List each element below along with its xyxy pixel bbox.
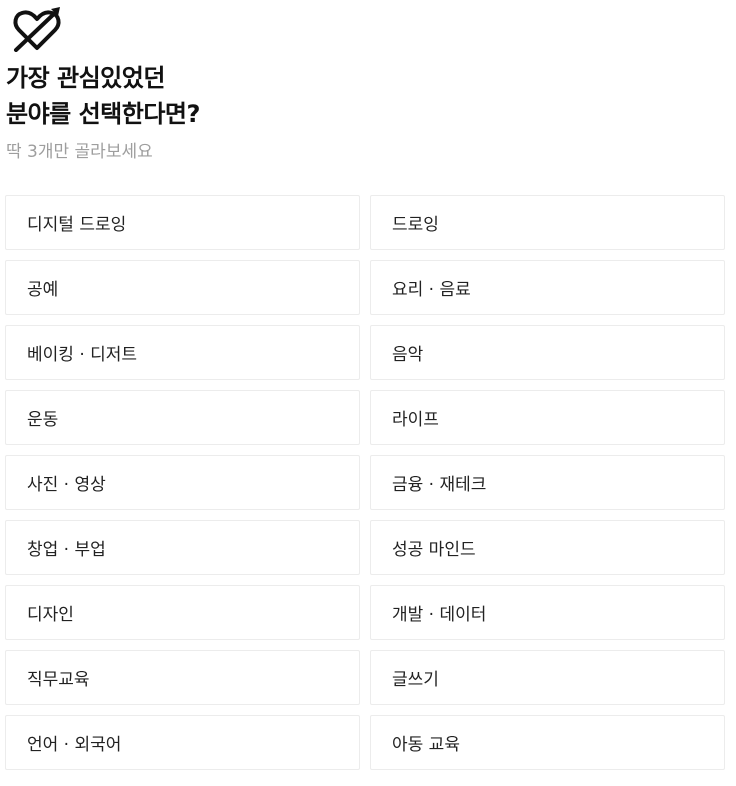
category-option-label: 성공 마인드 [392, 540, 476, 560]
page-title: 가장 관심있었던 분야를 선택한다면? [6, 60, 200, 132]
category-option-label: 음악 [392, 345, 424, 365]
category-option[interactable]: 금융 · 재테크 [370, 455, 725, 510]
heart-arrow-icon [13, 7, 61, 52]
page-subtitle: 딱 3개만 골라보세요 [6, 142, 153, 162]
category-option[interactable]: 직무교육 [5, 650, 360, 705]
category-option-label: 금융 · 재테크 [392, 475, 487, 495]
category-option-label: 베이킹 · 디저트 [27, 345, 138, 365]
category-option-label: 개발 · 데이터 [392, 605, 487, 625]
category-options-grid: 디지털 드로잉 드로잉 공예 요리 · 음료 베이킹 · 디저트 음악 운동 라… [5, 195, 725, 770]
category-option[interactable]: 성공 마인드 [370, 520, 725, 575]
category-option[interactable]: 디자인 [5, 585, 360, 640]
category-option-label: 창업 · 부업 [27, 540, 106, 560]
category-option[interactable]: 베이킹 · 디저트 [5, 325, 360, 380]
category-option[interactable]: 운동 [5, 390, 360, 445]
category-option[interactable]: 디지털 드로잉 [5, 195, 360, 250]
category-option-label: 운동 [27, 410, 59, 430]
category-option-label: 글쓰기 [392, 670, 439, 690]
category-option-label: 아동 교육 [392, 735, 460, 755]
category-option-label: 사진 · 영상 [27, 475, 106, 495]
category-option-label: 디지털 드로잉 [27, 215, 127, 235]
page-title-line2: 분야를 선택한다면? [6, 100, 200, 128]
category-option[interactable]: 언어 · 외국어 [5, 715, 360, 770]
category-option[interactable]: 글쓰기 [370, 650, 725, 705]
category-option[interactable]: 사진 · 영상 [5, 455, 360, 510]
category-option[interactable]: 라이프 [370, 390, 725, 445]
category-option-label: 드로잉 [392, 215, 439, 235]
category-option[interactable]: 음악 [370, 325, 725, 380]
page-title-line1: 가장 관심있었던 [6, 64, 165, 92]
category-option-label: 공예 [27, 280, 59, 300]
category-option-label: 디자인 [27, 605, 74, 625]
category-option-label: 언어 · 외국어 [27, 735, 122, 755]
category-option[interactable]: 개발 · 데이터 [370, 585, 725, 640]
category-option-label: 라이프 [392, 410, 439, 430]
category-option[interactable]: 요리 · 음료 [370, 260, 725, 315]
category-option-label: 직무교육 [27, 670, 90, 690]
category-option[interactable]: 창업 · 부업 [5, 520, 360, 575]
category-option[interactable]: 공예 [5, 260, 360, 315]
category-option-label: 요리 · 음료 [392, 280, 471, 300]
category-option[interactable]: 아동 교육 [370, 715, 725, 770]
category-option[interactable]: 드로잉 [370, 195, 725, 250]
